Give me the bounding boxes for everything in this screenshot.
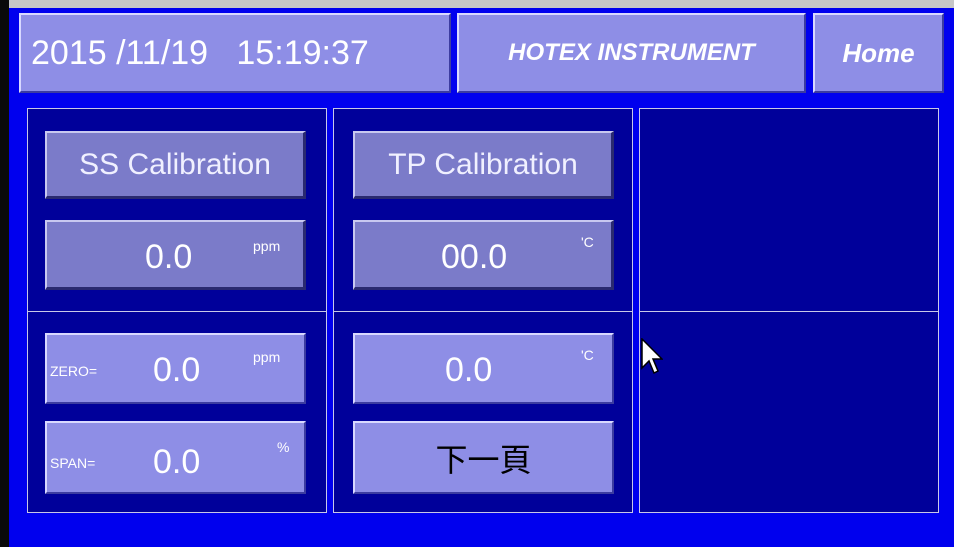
tp-calibration-button[interactable]: TP Calibration [353,131,614,199]
ss-span-label: SPAN= [50,455,96,471]
tp-setpoint-value: 0.0 [445,351,493,389]
ss-span-unit: % [277,439,290,455]
tp-reading-display: 00.0 'C [353,220,614,290]
ss-zero-label: ZERO= [50,363,98,379]
next-page-button[interactable]: 下一頁 [353,421,614,494]
panel-empty-top [639,108,939,312]
brand-title-button[interactable]: HOTEX INSTRUMENT [457,13,806,93]
ss-span-value: 0.0 [153,443,201,481]
tp-setpoint-unit: 'C [581,347,594,363]
ss-calibration-button[interactable]: SS Calibration [45,131,306,199]
mouse-pointer-icon [641,338,663,375]
ss-reading-unit: ppm [253,238,281,254]
tp-reading-value: 00.0 [441,238,508,276]
ss-zero-unit: ppm [253,349,281,365]
tp-setpoint-field[interactable]: 0.0 'C [353,333,614,404]
ss-reading-value: 0.0 [145,238,193,276]
panel-empty-bottom [639,311,939,513]
home-button[interactable]: Home [813,13,944,93]
ss-zero-field[interactable]: ZERO= 0.0 ppm [45,333,306,404]
window-frame-left [0,0,9,547]
window-frame-top [0,0,954,8]
ss-span-field[interactable]: SPAN= 0.0 % [45,421,306,494]
tp-reading-unit: 'C [581,234,594,250]
ss-zero-value: 0.0 [153,351,201,389]
ss-reading-display: 0.0 ppm [45,220,306,290]
datetime-display: 2015 /11/19 15:19:37 [19,13,451,93]
